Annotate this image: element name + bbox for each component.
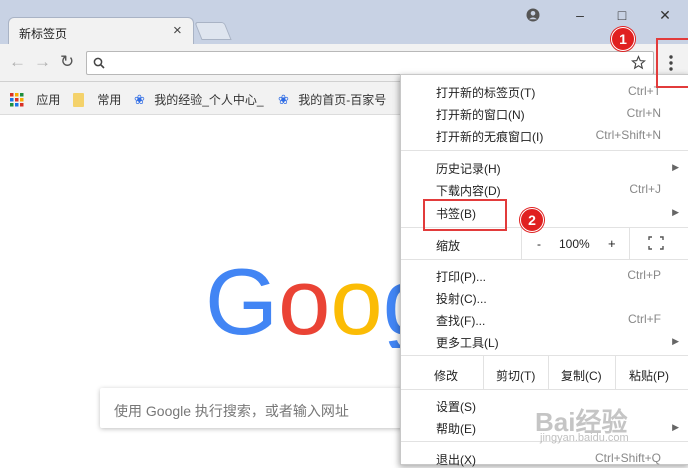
bookmark-label: 我的首页-百家号: [298, 93, 387, 107]
annotation-step-2-badge: 2: [520, 208, 544, 232]
google-logo: Goog: [205, 256, 425, 348]
baidu-paw-icon: ❀: [278, 92, 289, 107]
menu-separator: [401, 150, 688, 151]
tab-title: 新标签页: [19, 27, 68, 41]
bookmark-label: 我的经验_个人中心_: [154, 93, 264, 107]
maximize-button[interactable]: □: [607, 4, 637, 26]
menu-zoom-label: 缩放: [436, 239, 461, 253]
bookmark-baijiahao[interactable]: ❀ 我的首页-百家号: [278, 91, 386, 108]
new-tab-button[interactable]: [194, 22, 232, 40]
shortcut-find: Ctrl+F: [628, 312, 661, 326]
menu-more-tools[interactable]: 更多工具(L): [436, 334, 499, 351]
menu-find[interactable]: 查找(F)...: [436, 312, 485, 329]
baidu-paw-icon: ❀: [134, 92, 145, 107]
menu-separator: [401, 389, 688, 390]
edit-divider: [548, 356, 549, 389]
baidu-watermark-url: jingyan.baidu.com: [540, 432, 629, 444]
zoom-out-button[interactable]: -: [537, 237, 541, 251]
annotation-step-1-badge: 1: [611, 27, 635, 51]
zoom-level: 100%: [559, 237, 590, 251]
shortcut-downloads: Ctrl+J: [629, 182, 661, 196]
google-search-box[interactable]: 使用 Google 执行搜索，或者输入网址: [100, 388, 420, 428]
menu-history[interactable]: 历史记录(H): [436, 160, 501, 177]
menu-new-window[interactable]: 打开新的窗口(N): [436, 106, 525, 123]
shortcut-new-window: Ctrl+N: [626, 106, 661, 120]
zoom-divider: [629, 228, 630, 259]
menu-help[interactable]: 帮助(E): [436, 420, 476, 437]
search-icon: [93, 57, 105, 69]
menu-exit[interactable]: 退出(X): [436, 451, 476, 468]
menu-new-tab[interactable]: 打开新的标签页(T): [436, 84, 535, 101]
bookmark-label: 应用: [36, 93, 61, 107]
zoom-divider: [521, 228, 522, 259]
profile-button[interactable]: [518, 4, 548, 26]
profile-icon: [526, 8, 540, 22]
edit-divider: [615, 356, 616, 389]
paste-button[interactable]: 粘贴(P): [629, 367, 669, 384]
forward-button[interactable]: →: [34, 53, 51, 71]
title-bar: 新标签页 × – □ ✕: [0, 0, 688, 46]
menu-cast[interactable]: 投射(C)...: [436, 290, 487, 307]
annotation-highlight-bookmarks: [423, 199, 507, 231]
copy-button[interactable]: 复制(C): [561, 367, 602, 384]
bookmark-star-icon[interactable]: [631, 55, 646, 70]
submenu-arrow-icon: ▶: [672, 336, 679, 346]
shortcut-incognito: Ctrl+Shift+N: [595, 128, 661, 142]
folder-icon: [73, 93, 84, 107]
fullscreen-icon[interactable]: [648, 236, 664, 250]
cut-button[interactable]: 剪切(T): [496, 367, 535, 384]
bookmark-my-experience[interactable]: ❀ 我的经验_个人中心_: [134, 91, 264, 108]
address-bar[interactable]: [86, 51, 654, 75]
bookmark-folder-common[interactable]: 常用: [73, 91, 121, 108]
menu-separator: [401, 259, 688, 260]
menu-settings[interactable]: 设置(S): [436, 398, 476, 415]
bookmark-label: 常用: [97, 93, 122, 107]
zoom-in-button[interactable]: +: [608, 236, 616, 251]
menu-incognito[interactable]: 打开新的无痕窗口(I): [436, 128, 543, 145]
apps-grid-icon: [10, 93, 24, 107]
menu-print[interactable]: 打印(P)...: [436, 268, 486, 285]
menu-downloads[interactable]: 下载内容(D): [436, 182, 501, 199]
shortcut-print: Ctrl+P: [627, 268, 661, 282]
annotation-highlight-menu-button: [656, 38, 688, 88]
google-logo-text: Goog: [205, 256, 425, 348]
bookmark-apps[interactable]: 应用: [10, 91, 60, 108]
submenu-arrow-icon: ▶: [672, 422, 679, 432]
tab-close-icon[interactable]: ×: [173, 22, 182, 40]
edit-label: 修改: [434, 369, 459, 383]
close-window-button[interactable]: ✕: [650, 4, 680, 26]
submenu-arrow-icon: ▶: [672, 207, 679, 217]
reload-button[interactable]: ↻: [60, 53, 74, 71]
search-placeholder: 使用 Google 执行搜索，或者输入网址: [114, 403, 349, 419]
tab-new-tab[interactable]: 新标签页 ×: [8, 17, 194, 46]
submenu-arrow-icon: ▶: [672, 162, 679, 172]
back-button[interactable]: ←: [9, 53, 26, 71]
menu-separator: [401, 355, 688, 356]
edit-divider: [483, 356, 484, 389]
minimize-button[interactable]: –: [565, 4, 595, 26]
